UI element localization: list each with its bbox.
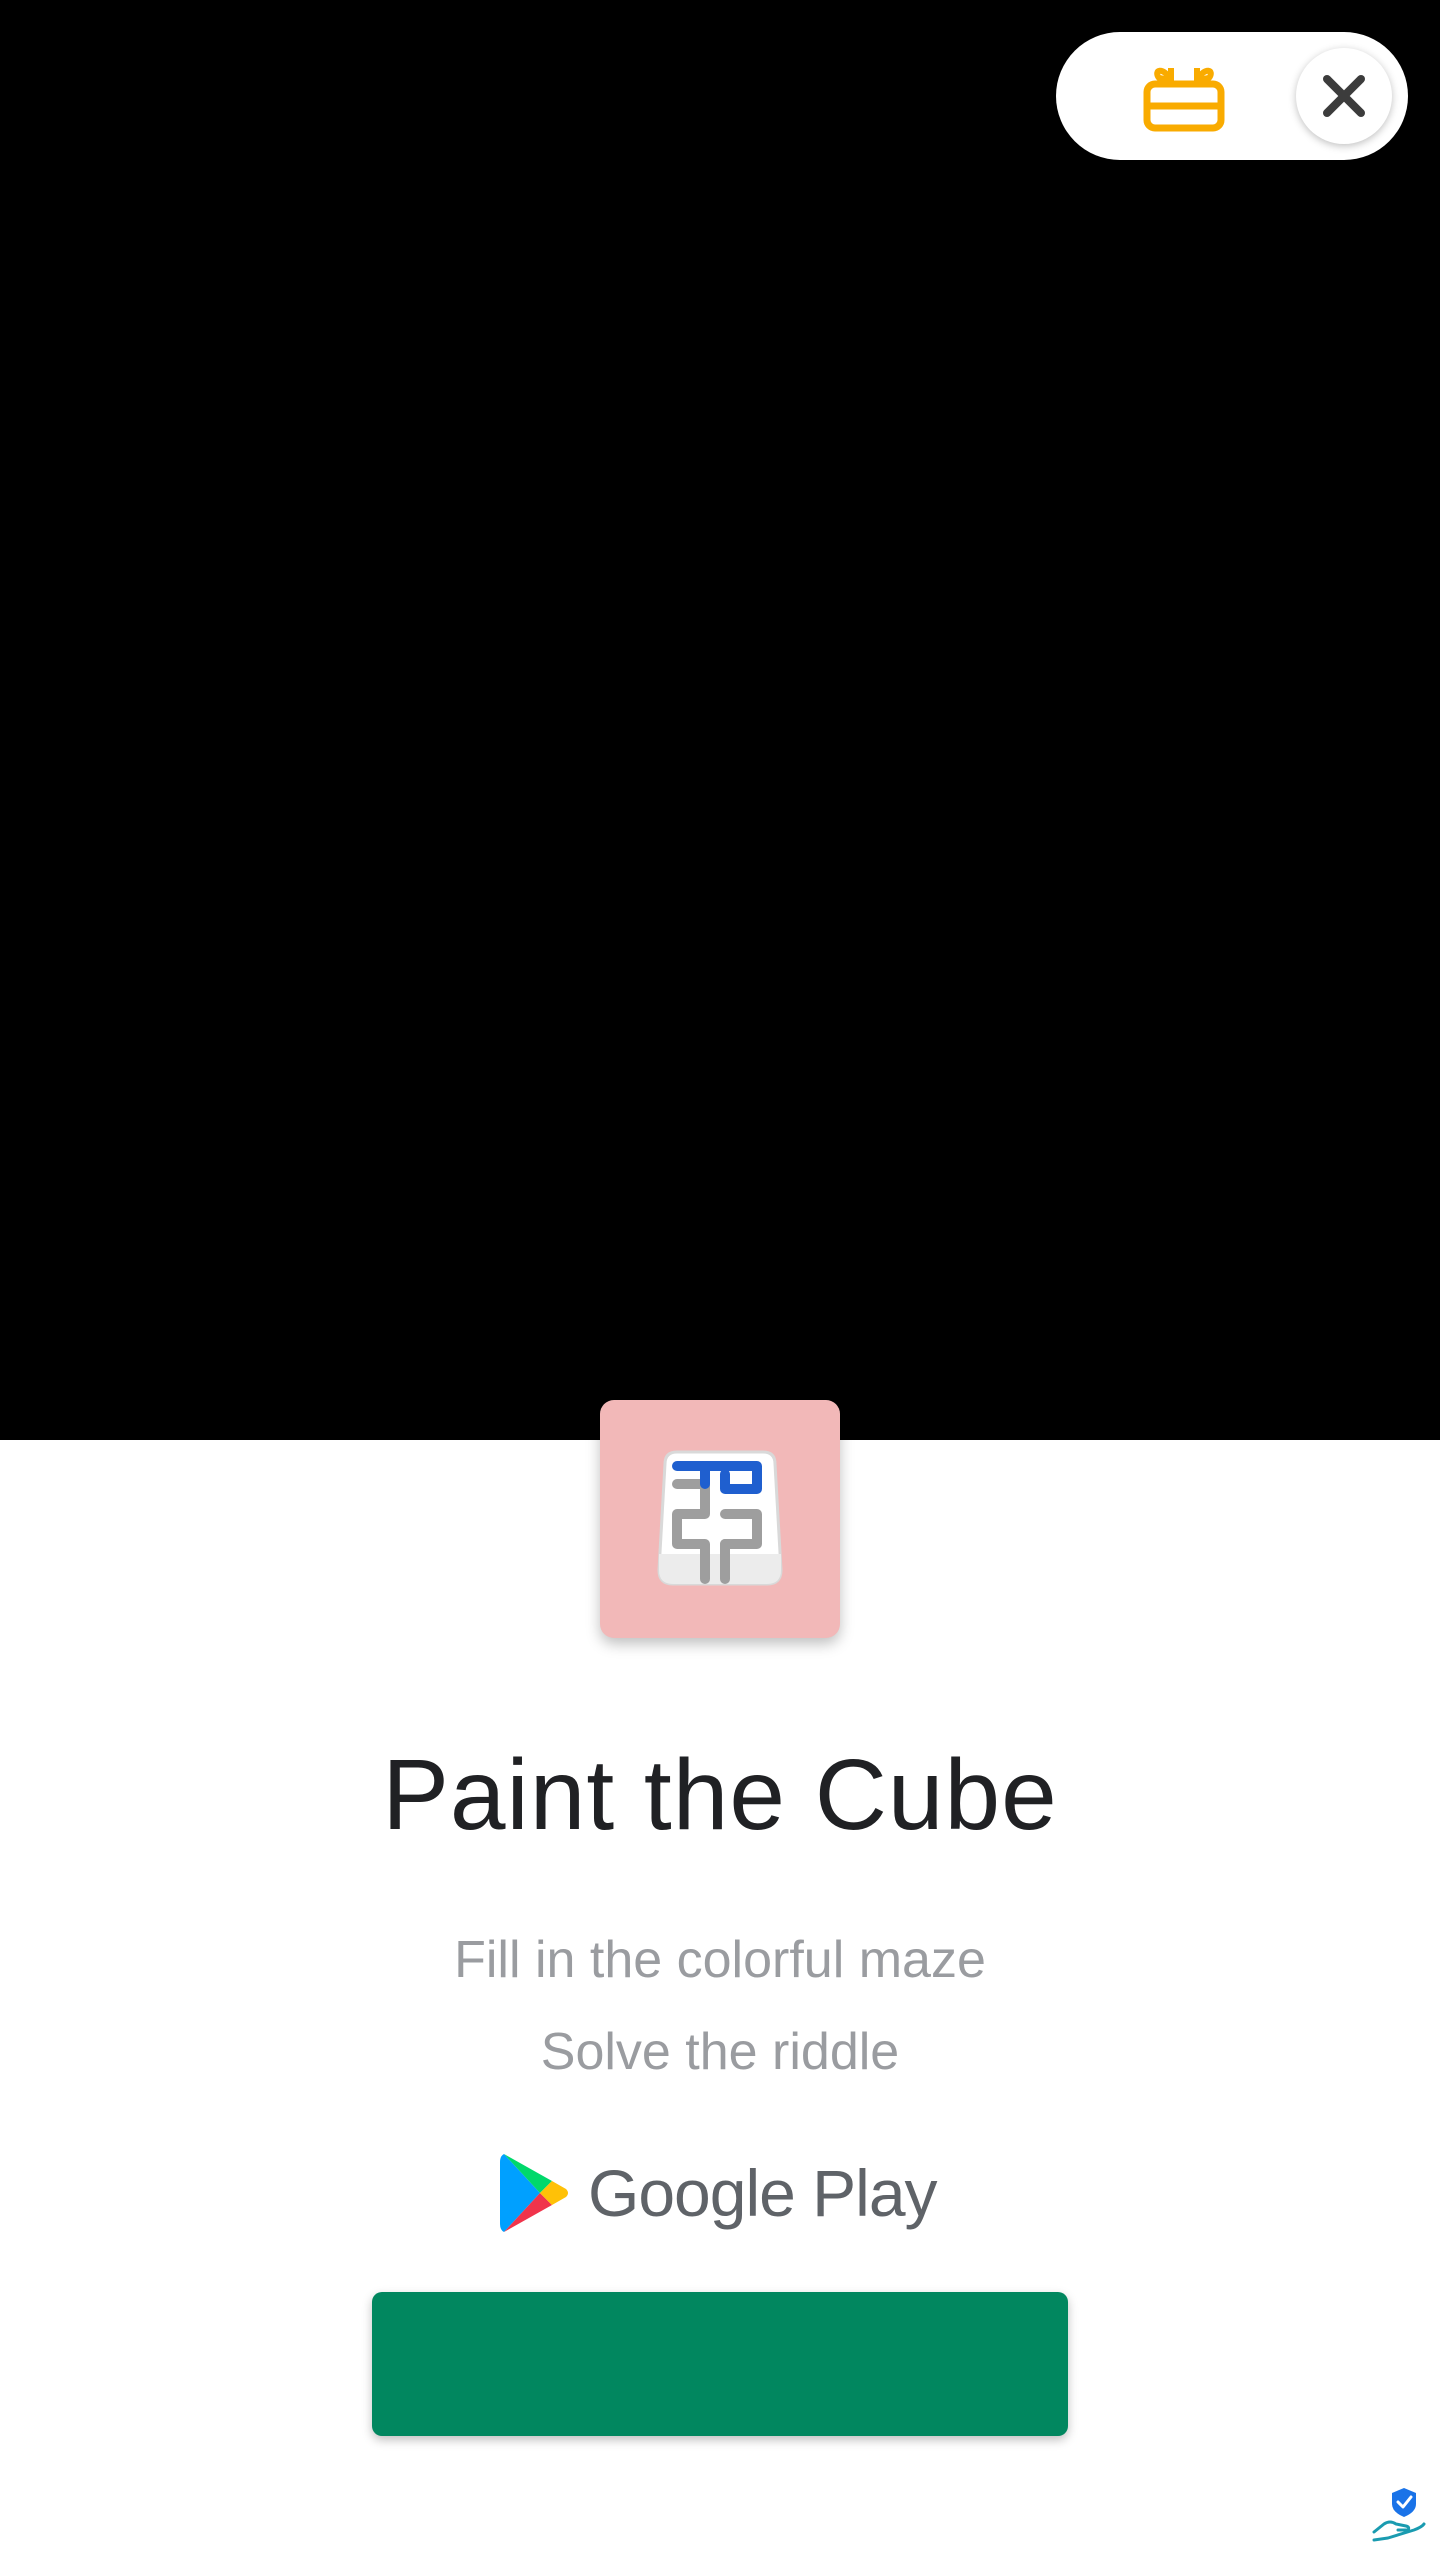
store-badge[interactable]: Google Play — [500, 2148, 940, 2238]
app-subtitle-line2: Solve the riddle — [540, 2023, 900, 2081]
google-play-logo-icon — [500, 2154, 568, 2232]
ad-screen: Paint the Cube Fill in the colorful maze… — [0, 0, 1440, 2560]
app-icon[interactable] — [600, 1400, 840, 1638]
maze-cube-image — [657, 1450, 783, 1586]
app-subtitle-line1: Fill in the colorful maze — [454, 1931, 986, 1989]
video-area[interactable] — [0, 0, 1440, 1440]
store-name: Google Play — [588, 2156, 938, 2230]
close-button[interactable] — [1296, 48, 1392, 144]
gift-box-icon — [1143, 67, 1225, 132]
close-icon — [1323, 75, 1365, 117]
reward-gift-button[interactable] — [1136, 56, 1232, 136]
adchoices-button[interactable] — [1370, 2484, 1430, 2544]
install-button[interactable] — [372, 2292, 1068, 2436]
top-controls — [1056, 32, 1408, 160]
app-title: Paint the Cube — [382, 1739, 1058, 1851]
adchoices-icon — [1372, 2488, 1426, 2542]
